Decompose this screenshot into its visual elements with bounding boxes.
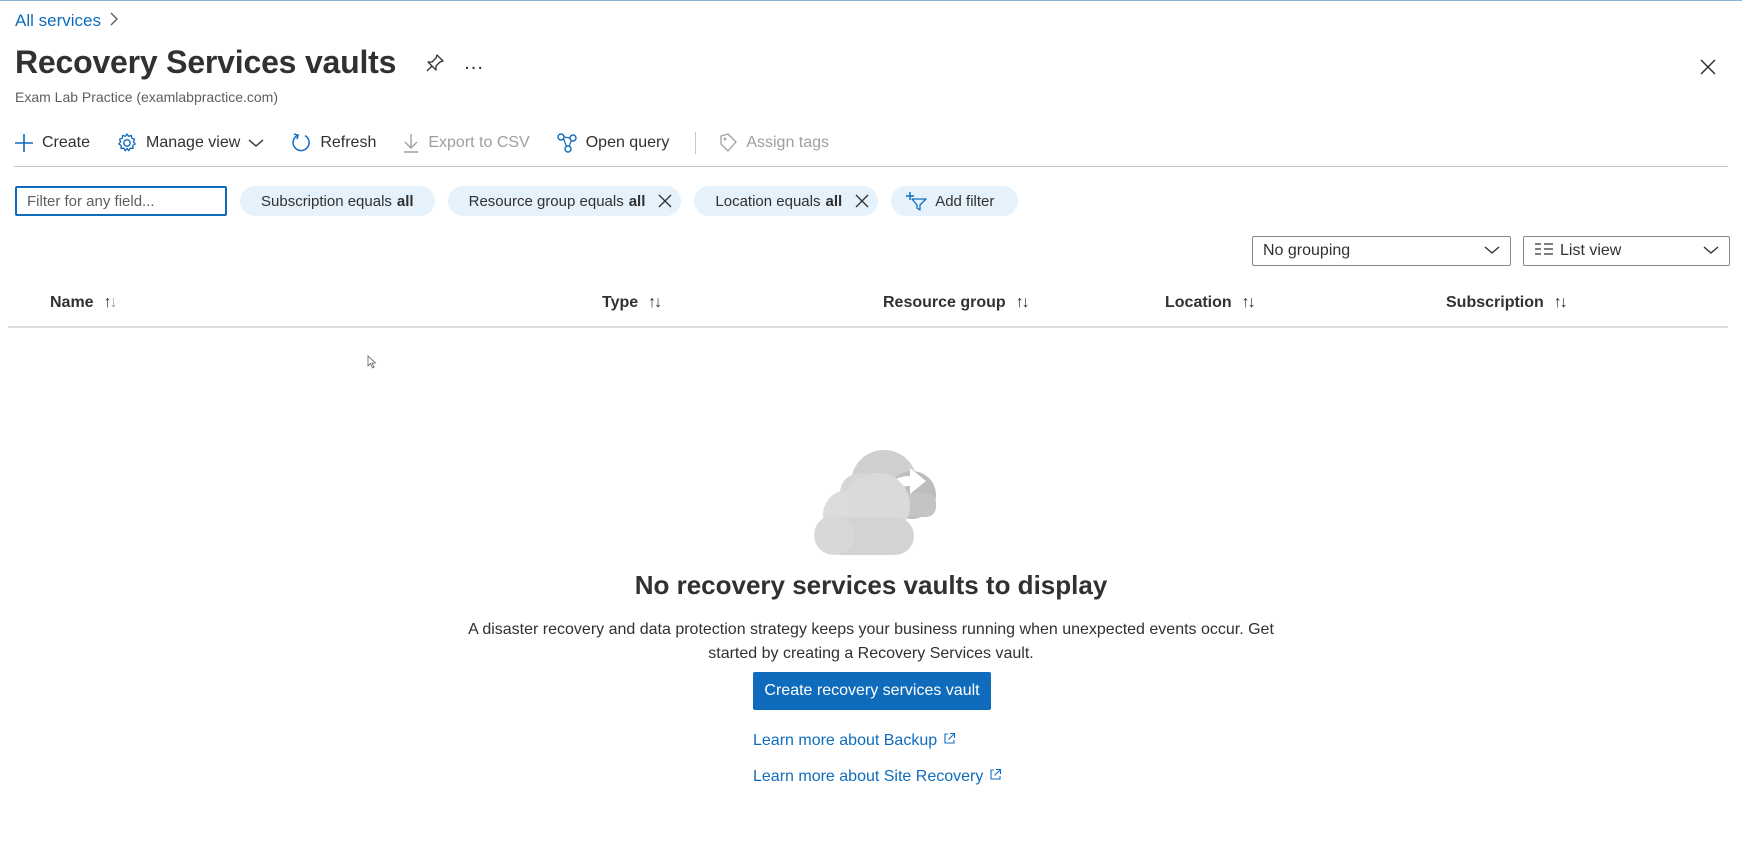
- open-query-label: Open query: [585, 134, 670, 151]
- add-filter-icon: [905, 191, 927, 211]
- mouse-pointer-icon: [367, 355, 377, 374]
- learn-more-site-recovery-link[interactable]: Learn more about Site Recovery: [753, 768, 1002, 786]
- filter-location-value: all: [825, 192, 843, 210]
- add-filter-label: Add filter: [935, 192, 995, 210]
- column-resource-group-label: Resource group: [883, 294, 1006, 311]
- gear-icon: [116, 132, 138, 154]
- filter-search-input[interactable]: [15, 186, 227, 216]
- chevron-down-icon: [248, 138, 264, 148]
- sort-icon: ↑↓: [648, 294, 662, 311]
- toolbar-divider: [695, 132, 697, 154]
- chevron-down-icon: [1484, 242, 1500, 260]
- create-label: Create: [42, 134, 91, 151]
- chevron-down-icon: [1703, 242, 1719, 260]
- column-name-label: Name: [50, 294, 94, 311]
- remove-filter-icon[interactable]: [657, 193, 673, 209]
- pin-icon[interactable]: [424, 52, 446, 74]
- column-header-resource-group[interactable]: Resource group ↑↓: [883, 294, 1030, 312]
- filter-subscription-label: Subscription equals: [261, 192, 392, 210]
- view-dropdown[interactable]: List view: [1523, 236, 1730, 266]
- plus-icon: [14, 133, 34, 153]
- assign-tags-button[interactable]: Assign tags: [718, 132, 829, 154]
- empty-state-description: A disaster recovery and data protection …: [468, 621, 1274, 662]
- table-header-divider: [8, 326, 1728, 328]
- filter-pill-location[interactable]: Location equals all: [694, 186, 879, 216]
- more-options-icon[interactable]: ...: [464, 53, 484, 73]
- refresh-icon: [290, 132, 312, 154]
- manage-view-label: Manage view: [146, 134, 241, 151]
- table-header: Name ↑↓ Type ↑↓ Resource group ↑↓ Locati…: [8, 283, 1728, 327]
- add-filter-button[interactable]: Add filter: [891, 186, 1019, 216]
- learn-more-backup-label[interactable]: Learn more about Backup: [753, 732, 937, 750]
- grouping-dropdown[interactable]: No grouping: [1252, 236, 1511, 266]
- column-location-label: Location: [1165, 294, 1232, 311]
- top-border: [0, 0, 1742, 1]
- command-bar: Create Manage view Refresh Export to CSV…: [14, 128, 855, 158]
- export-csv-button[interactable]: Export to CSV: [402, 132, 530, 154]
- page-title: Recovery Services vaults: [15, 44, 397, 80]
- learn-more-site-recovery-label[interactable]: Learn more about Site Recovery: [753, 768, 983, 786]
- tag-icon: [718, 132, 738, 154]
- assign-tags-label: Assign tags: [746, 134, 830, 151]
- chevron-right-icon: [109, 12, 119, 30]
- sort-icon: ↑↓: [103, 294, 118, 311]
- filter-subscription-value: all: [396, 192, 414, 210]
- grouping-value: No grouping: [1263, 242, 1351, 259]
- query-icon: [556, 132, 578, 154]
- filter-location-label: Location equals: [715, 192, 821, 210]
- filter-pill-resource-group[interactable]: Resource group equals all: [447, 186, 682, 216]
- view-value: List view: [1560, 242, 1622, 259]
- column-header-location[interactable]: Location ↑↓: [1165, 294, 1256, 312]
- title-row: Recovery Services vaults ...: [15, 44, 484, 81]
- filter-resource-group-label: Resource group equals: [468, 192, 624, 210]
- open-query-button[interactable]: Open query: [556, 132, 670, 154]
- external-link-icon: [943, 732, 956, 750]
- column-subscription-label: Subscription: [1446, 294, 1544, 311]
- command-bar-divider: [14, 166, 1728, 167]
- external-link-icon: [989, 768, 1002, 786]
- view-dropdown-left: List view: [1534, 242, 1621, 261]
- filter-pill-subscription[interactable]: Subscription equals all: [240, 186, 435, 216]
- page-subtitle: Exam Lab Practice (examlabpractice.com): [15, 89, 278, 105]
- empty-state-title: No recovery services vaults to display: [634, 570, 1108, 600]
- column-header-type[interactable]: Type ↑↓: [602, 294, 662, 312]
- refresh-button[interactable]: Refresh: [290, 132, 376, 154]
- recovery-vault-cloud-icon: [800, 445, 942, 570]
- sort-icon: ↑↓: [1553, 294, 1568, 311]
- column-header-name[interactable]: Name ↑↓: [50, 294, 118, 312]
- learn-more-backup-link[interactable]: Learn more about Backup: [753, 732, 956, 750]
- filter-bar: Subscription equals all Resource group e…: [15, 186, 1019, 216]
- download-icon: [402, 132, 420, 154]
- column-type-label: Type: [602, 294, 639, 311]
- create-button[interactable]: Create: [14, 133, 90, 153]
- close-icon[interactable]: [1696, 55, 1720, 79]
- refresh-label: Refresh: [320, 134, 377, 151]
- create-vault-button[interactable]: Create recovery services vault: [753, 672, 991, 710]
- list-view-icon: [1534, 242, 1554, 261]
- breadcrumb-all-services[interactable]: All services: [15, 11, 101, 31]
- manage-view-button[interactable]: Manage view: [116, 132, 264, 154]
- sort-icon: ↑↓: [1241, 294, 1256, 311]
- filter-resource-group-value: all: [628, 192, 646, 210]
- sort-icon: ↑↓: [1015, 294, 1030, 311]
- remove-filter-icon[interactable]: [854, 193, 870, 209]
- column-header-subscription[interactable]: Subscription ↑↓: [1446, 294, 1568, 312]
- export-csv-label: Export to CSV: [428, 134, 530, 151]
- breadcrumb: All services: [15, 11, 119, 31]
